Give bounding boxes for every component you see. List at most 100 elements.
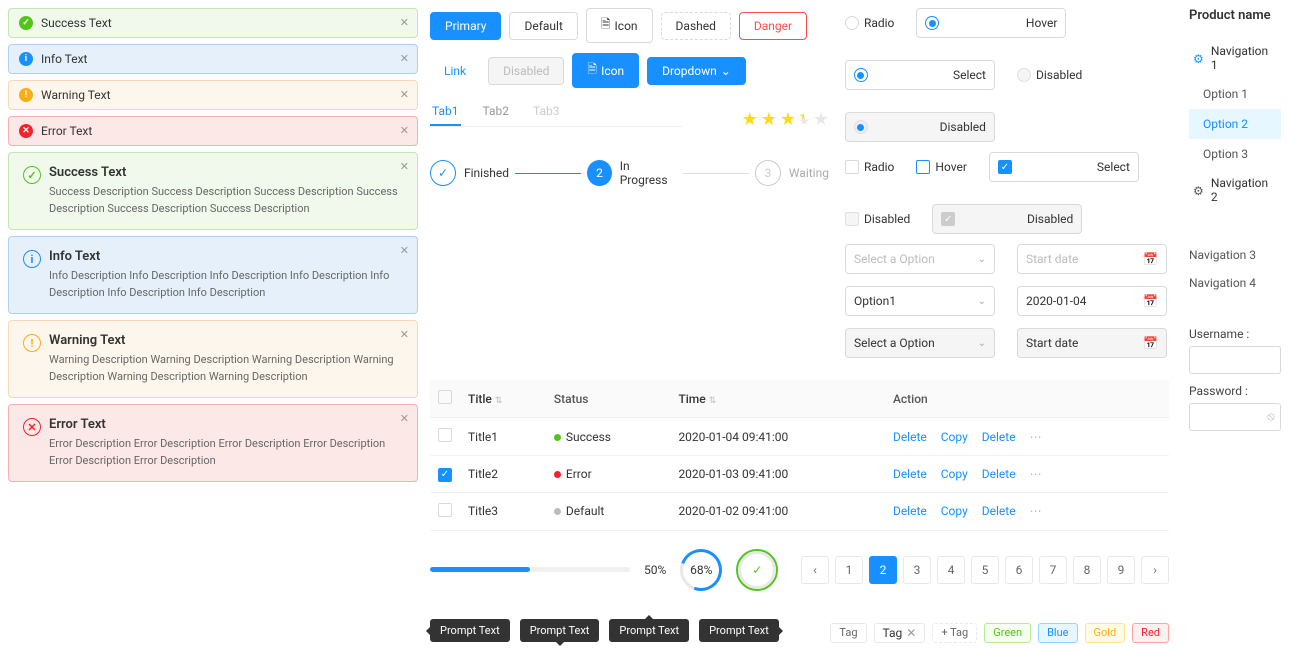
row-checkbox[interactable] bbox=[438, 468, 452, 482]
checkbox-all[interactable] bbox=[438, 390, 452, 404]
chevron-down-icon: ⌄ bbox=[978, 296, 986, 307]
option-2[interactable]: Option 2 bbox=[1189, 109, 1281, 139]
close-icon[interactable]: ✕ bbox=[400, 412, 409, 425]
option-1[interactable]: Option 1 bbox=[1189, 79, 1281, 109]
check-icon: ✓ bbox=[430, 160, 456, 186]
copy-action[interactable]: Copy bbox=[941, 467, 968, 481]
sort-icon[interactable]: ⇅ bbox=[495, 396, 503, 406]
delete-action[interactable]: Delete bbox=[982, 504, 1016, 518]
delete-action[interactable]: Delete bbox=[982, 430, 1016, 444]
tag-new[interactable]: + Tag bbox=[932, 623, 977, 643]
next-page[interactable]: › bbox=[1141, 556, 1169, 584]
page-5[interactable]: 5 bbox=[971, 556, 999, 584]
header-title[interactable]: Title⇅ bbox=[460, 380, 546, 418]
date-input-value[interactable]: 2020-01-04📅 bbox=[1017, 286, 1167, 316]
default-button[interactable]: Default bbox=[509, 12, 577, 40]
row-checkbox[interactable] bbox=[438, 503, 452, 517]
close-icon[interactable]: ✕ bbox=[400, 244, 409, 257]
rating-stars[interactable]: ★★★★★★ bbox=[742, 109, 829, 130]
close-icon[interactable]: ✕ bbox=[906, 626, 916, 640]
more-icon[interactable]: ⋯ bbox=[1030, 430, 1044, 444]
close-icon[interactable]: ✕ bbox=[400, 160, 409, 173]
radio-unchecked[interactable]: Radio bbox=[845, 8, 894, 38]
delete-action[interactable]: Delete bbox=[893, 467, 927, 481]
step-label: In Progress bbox=[620, 159, 677, 187]
link-button[interactable]: Link bbox=[430, 58, 480, 84]
page-8[interactable]: 8 bbox=[1073, 556, 1101, 584]
date-input[interactable]: Start date📅 bbox=[1017, 244, 1167, 274]
page-6[interactable]: 6 bbox=[1005, 556, 1033, 584]
icon-primary-button[interactable]: 🗎Icon bbox=[572, 53, 639, 88]
nav-1[interactable]: ⚙Navigation 1 bbox=[1189, 37, 1281, 79]
sort-icon[interactable]: ⇅ bbox=[709, 396, 717, 406]
option-3[interactable]: Option 3 bbox=[1189, 139, 1281, 169]
radio-select[interactable]: Select bbox=[845, 60, 995, 90]
star-icon[interactable]: ★ bbox=[742, 109, 758, 130]
username-input[interactable] bbox=[1189, 346, 1281, 374]
checkbox-hover[interactable]: Hover bbox=[916, 152, 966, 182]
gear-icon: ⚙ bbox=[1193, 184, 1205, 196]
icon-button[interactable]: 🗎Icon bbox=[586, 8, 653, 43]
gear-icon: ⚙ bbox=[1193, 52, 1205, 64]
tag-green[interactable]: Green bbox=[984, 623, 1031, 643]
checkbox-select[interactable]: Select bbox=[989, 152, 1139, 182]
close-icon[interactable]: ✕ bbox=[400, 88, 409, 101]
header-time[interactable]: Time⇅ bbox=[670, 380, 885, 418]
star-icon[interactable]: ★ bbox=[761, 109, 777, 130]
step-inprogress[interactable]: 2In Progress bbox=[587, 159, 677, 187]
input-placeholder: Start date bbox=[1026, 252, 1078, 266]
tag-closable[interactable]: Tag✕ bbox=[874, 623, 926, 643]
nav-4[interactable]: Navigation 4 bbox=[1189, 269, 1281, 297]
input-value: 2020-01-04 bbox=[1026, 294, 1087, 308]
file-icon: 🗎 bbox=[587, 60, 597, 81]
cell-title: Title1 bbox=[460, 418, 546, 456]
tag-red[interactable]: Red bbox=[1132, 623, 1169, 643]
close-icon[interactable]: ✕ bbox=[400, 328, 409, 341]
page-3[interactable]: 3 bbox=[903, 556, 931, 584]
dashed-button[interactable]: Dashed bbox=[661, 12, 731, 40]
tab-2[interactable]: Tab2 bbox=[481, 98, 512, 126]
select-placeholder[interactable]: Select a Option⌄ bbox=[845, 244, 995, 274]
tab-1[interactable]: Tab1 bbox=[430, 98, 461, 126]
eye-off-icon[interactable]: ⦸ bbox=[1267, 409, 1275, 424]
close-icon[interactable]: ✕ bbox=[400, 52, 409, 65]
page-2[interactable]: 2 bbox=[869, 556, 897, 584]
close-icon[interactable]: ✕ bbox=[400, 16, 409, 29]
prev-page[interactable]: ‹ bbox=[801, 556, 829, 584]
chevron-down-icon: ⌄ bbox=[978, 338, 986, 349]
page-9[interactable]: 9 bbox=[1107, 556, 1135, 584]
danger-button[interactable]: Danger bbox=[739, 12, 807, 40]
step-waiting[interactable]: 3Waiting bbox=[755, 160, 829, 186]
tag-gold[interactable]: Gold bbox=[1085, 623, 1126, 643]
more-icon[interactable]: ⋯ bbox=[1030, 504, 1044, 518]
delete-action[interactable]: Delete bbox=[893, 504, 927, 518]
star-half-icon[interactable]: ★★ bbox=[799, 109, 810, 130]
delete-action[interactable]: Delete bbox=[982, 467, 1016, 481]
radio-hover[interactable]: Hover bbox=[916, 8, 1066, 38]
date-input-disabled: Start date📅 bbox=[1017, 328, 1167, 358]
copy-action[interactable]: Copy bbox=[941, 430, 968, 444]
checkbox-unchecked[interactable]: Radio bbox=[845, 152, 894, 182]
close-icon[interactable]: ✕ bbox=[400, 124, 409, 137]
cell-title: Title3 bbox=[460, 492, 546, 530]
row-checkbox[interactable] bbox=[438, 428, 452, 442]
table-row: Title2Error2020-01-03 09:41:00DeleteCopy… bbox=[430, 456, 1169, 493]
delete-action[interactable]: Delete bbox=[893, 430, 927, 444]
page-7[interactable]: 7 bbox=[1039, 556, 1067, 584]
nav-3[interactable]: Navigation 3 bbox=[1189, 241, 1281, 269]
cell-status: Error bbox=[546, 456, 671, 493]
page-1[interactable]: 1 bbox=[835, 556, 863, 584]
alert-info-desc: iInfo TextInfo Description Info Descript… bbox=[8, 236, 418, 314]
step-finished[interactable]: ✓Finished bbox=[430, 160, 509, 186]
primary-button[interactable]: Primary bbox=[430, 12, 501, 40]
star-icon[interactable]: ★ bbox=[813, 109, 829, 130]
page-4[interactable]: 4 bbox=[937, 556, 965, 584]
dropdown-button[interactable]: Dropdown⌄ bbox=[647, 57, 746, 85]
star-icon[interactable]: ★ bbox=[780, 109, 796, 130]
tag-default[interactable]: Tag bbox=[830, 623, 866, 643]
more-icon[interactable]: ⋯ bbox=[1030, 467, 1044, 481]
select-option1[interactable]: Option1⌄ bbox=[845, 286, 995, 316]
copy-action[interactable]: Copy bbox=[941, 504, 968, 518]
tag-blue[interactable]: Blue bbox=[1038, 623, 1077, 643]
nav-2[interactable]: ⚙Navigation 2 bbox=[1189, 169, 1281, 211]
